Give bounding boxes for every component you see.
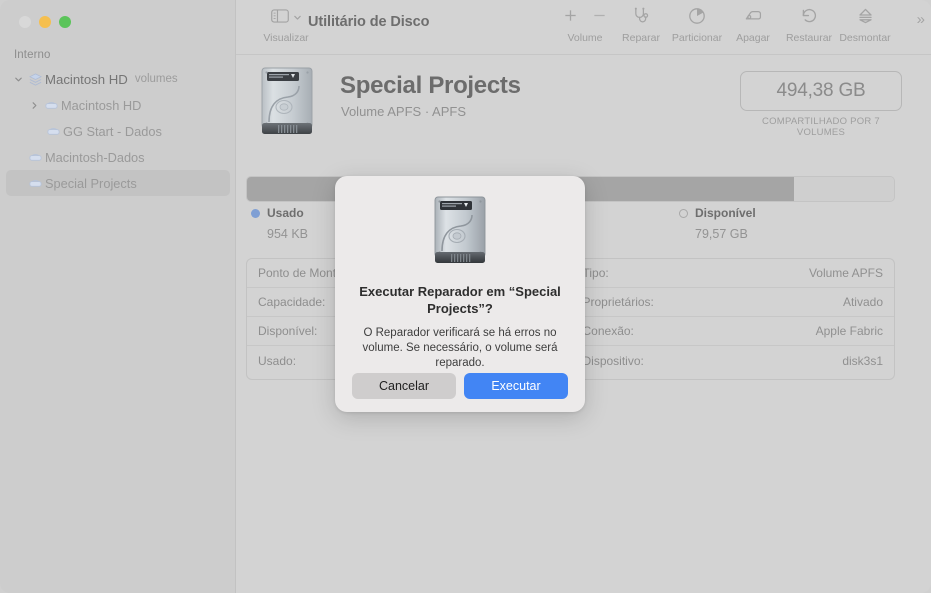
info-key: Usado: — [258, 354, 296, 368]
unmount-button-label: Desmontar — [839, 32, 890, 44]
drive-icon — [42, 98, 61, 113]
dialog-buttons: Cancelar Executar — [335, 373, 585, 399]
undo-arrow-icon[interactable] — [800, 7, 818, 30]
view-button-label: Visualizar — [263, 32, 308, 44]
unmount-button[interactable]: Desmontar — [837, 7, 893, 44]
layers-icon — [26, 72, 45, 87]
info-key: Tipo: — [583, 266, 609, 280]
capacity-note: COMPARTILHADO POR 7 VOLUMES — [740, 116, 902, 138]
info-key: Dispositivo: — [583, 354, 644, 368]
sidebar-item-special-projects[interactable]: Special Projects — [6, 170, 230, 196]
hard-drive-icon — [258, 65, 316, 142]
info-key: Conexão: — [583, 324, 634, 338]
info-column-right: Tipo: Volume APFS Proprietários: Ativado… — [571, 259, 895, 379]
volume-subtitle: Volume APFS · APFS — [341, 104, 466, 119]
legend-swatch-available — [679, 209, 688, 218]
legend-value-used: 954 KB — [267, 227, 308, 241]
info-key: Capacidade: — [258, 295, 325, 309]
stethoscope-icon[interactable] — [632, 7, 651, 29]
page-title: Special Projects — [340, 72, 521, 100]
cancel-button[interactable]: Cancelar — [352, 373, 456, 399]
sidebar-item-label: Macintosh-Dados — [45, 150, 145, 165]
sidebar-item-macintosh-hd[interactable]: Macintosh HD — [6, 92, 230, 118]
info-key: Disponível: — [258, 324, 317, 338]
minimize-button[interactable] — [39, 16, 51, 28]
chevron-down-icon[interactable] — [293, 9, 302, 27]
partition-button[interactable]: Particionar — [669, 7, 725, 44]
legend-value-available: 79,57 GB — [695, 227, 756, 241]
window-controls — [19, 16, 71, 28]
info-value: Ativado — [843, 295, 883, 309]
table-row: Dispositivo: disk3s1 — [572, 346, 895, 375]
sidebar-item-label: Special Projects — [45, 176, 137, 191]
volume-header: Special Projects Volume APFS · APFS 494,… — [236, 55, 931, 155]
toolbar: Visualizar Utilitário de Disco — [236, 0, 931, 55]
sidebar-icon[interactable] — [271, 9, 289, 28]
minus-icon[interactable] — [592, 8, 607, 28]
sidebar-item-label: Macintosh HD — [61, 98, 141, 113]
maximize-button[interactable] — [59, 16, 71, 28]
pie-chart-icon[interactable] — [688, 7, 706, 30]
sidebar-item-label: Macintosh HD — [45, 72, 128, 87]
volume-button-label: Volume — [567, 32, 602, 44]
restore-button[interactable]: Restaurar — [781, 7, 837, 44]
erase-button[interactable]: Apagar — [725, 7, 781, 44]
table-row: Proprietários: Ativado — [572, 288, 895, 317]
legend-item-available: Disponível 79,57 GB — [679, 206, 756, 241]
sidebar-item-gg-start-dados[interactable]: GG Start - Dados — [6, 118, 230, 144]
table-row: Tipo: Volume APFS — [572, 259, 895, 288]
drive-icon — [26, 150, 45, 165]
sidebar: Interno Macintosh HD volumes — [0, 0, 236, 593]
repair-button-label: Reparar — [622, 32, 660, 44]
hard-drive-icon — [431, 194, 489, 271]
confirm-run-button[interactable]: Executar — [464, 373, 568, 399]
capacity-badge: 494,38 GB — [740, 71, 902, 111]
info-value: disk3s1 — [842, 354, 883, 368]
capacity-value: 494,38 GB — [776, 80, 865, 102]
restore-button-label: Restaurar — [786, 32, 832, 44]
sidebar-list: Macintosh HD volumes Macintosh HD — [0, 66, 236, 196]
sidebar-item-macintosh-hd-container[interactable]: Macintosh HD volumes — [6, 66, 230, 92]
toolbar-actions: Volume R — [557, 7, 893, 44]
info-key: Proprietários: — [583, 295, 654, 309]
sidebar-item-label: GG Start - Dados — [63, 124, 162, 139]
sidebar-section-label: Interno — [14, 49, 51, 61]
legend-label-used: Usado — [267, 206, 304, 220]
disk-utility-window: Interno Macintosh HD volumes — [0, 0, 931, 593]
dialog-message: O Reparador verificará se há erros no vo… — [355, 326, 565, 371]
legend-item-used: Usado 954 KB — [251, 206, 308, 241]
dialog-title: Executar Reparador em “Special Projects”… — [357, 283, 563, 317]
partition-button-label: Particionar — [672, 32, 722, 44]
eraser-icon[interactable] — [743, 8, 763, 28]
legend-label-available: Disponível — [695, 206, 756, 220]
table-row: Conexão: Apple Fabric — [572, 317, 895, 346]
legend-swatch-used — [251, 209, 260, 218]
drive-icon — [44, 124, 63, 139]
usage-bar-free-segment — [794, 177, 894, 201]
info-value: Apple Fabric — [816, 324, 883, 338]
volume-button[interactable]: Volume — [557, 7, 613, 44]
chevron-right-icon[interactable] — [26, 101, 42, 110]
sidebar-item-suffix: volumes — [135, 73, 178, 85]
drive-icon — [26, 176, 45, 191]
info-value: Volume APFS — [809, 266, 883, 280]
erase-button-label: Apagar — [736, 32, 770, 44]
window-title: Utilitário de Disco — [308, 14, 429, 30]
toolbar-overflow-icon[interactable]: » — [917, 11, 923, 28]
repair-button[interactable]: Reparar — [613, 7, 669, 44]
view-button[interactable]: Visualizar — [256, 7, 316, 44]
sidebar-item-macintosh-dados[interactable]: Macintosh-Dados — [6, 144, 230, 170]
chevron-down-icon[interactable] — [10, 75, 26, 84]
close-button[interactable] — [19, 16, 31, 28]
repair-confirmation-dialog: Executar Reparador em “Special Projects”… — [335, 176, 585, 412]
eject-icon[interactable] — [857, 7, 874, 30]
plus-icon[interactable] — [563, 8, 578, 28]
